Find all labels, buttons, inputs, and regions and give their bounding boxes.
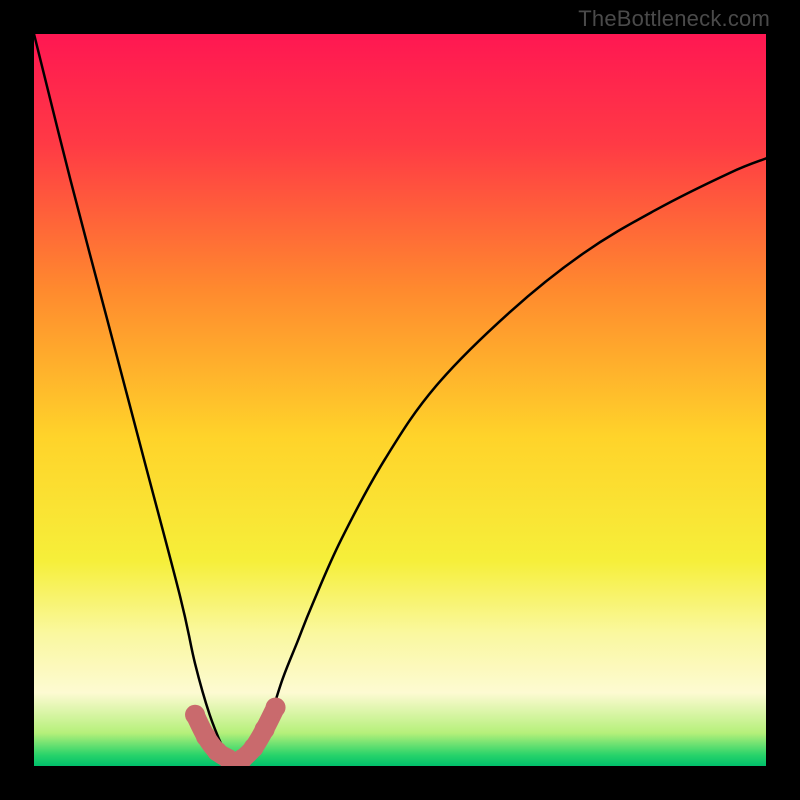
highlight-dot <box>255 719 275 739</box>
chart-frame: TheBottleneck.com <box>0 0 800 800</box>
plot-area <box>34 34 766 766</box>
highlight-dot <box>185 705 205 725</box>
watermark-text: TheBottleneck.com <box>578 6 770 32</box>
highlight-dot <box>266 697 286 717</box>
highlight-dot <box>244 738 264 758</box>
curve-layer <box>34 34 766 766</box>
bottleneck-curve <box>34 34 766 766</box>
